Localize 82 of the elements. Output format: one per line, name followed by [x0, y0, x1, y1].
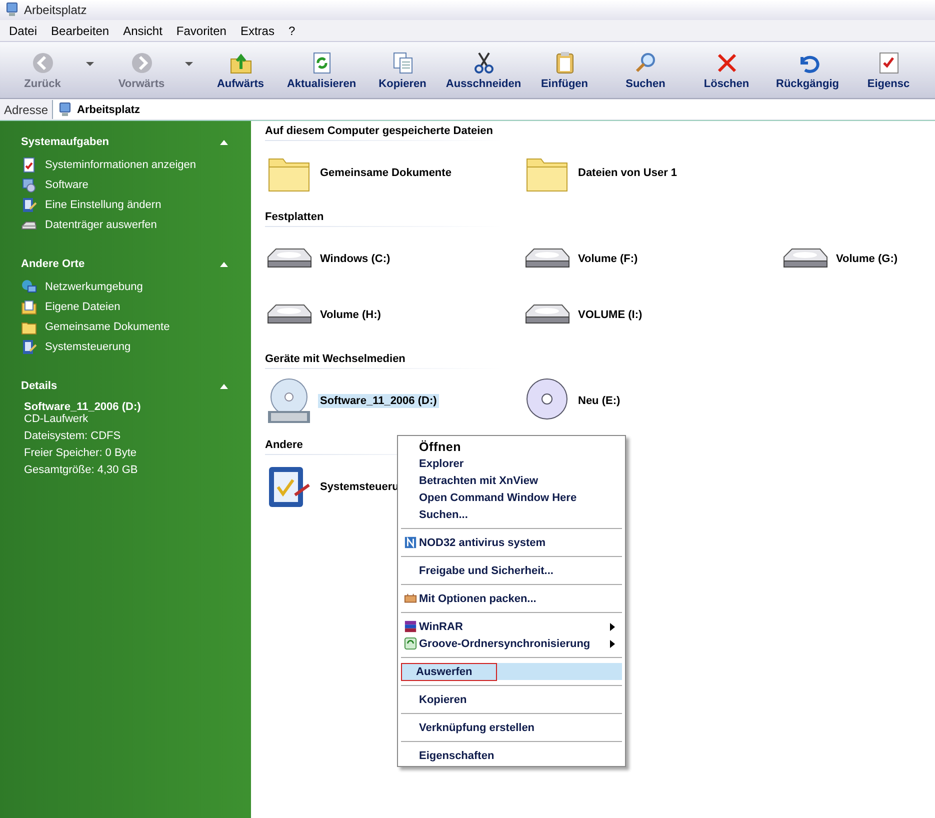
menu-item[interactable]: Bearbeiten	[46, 24, 118, 38]
task-link[interactable]: Eine Einstellung ändern	[21, 197, 231, 213]
menu-item[interactable]: Kopieren	[401, 691, 622, 708]
toolbar-button[interactable]: Eigensc	[848, 50, 929, 90]
drive-label[interactable]: Gemeinsame Dokumente	[318, 166, 454, 180]
toolbar-button[interactable]: Löschen	[686, 50, 767, 90]
details-name: Software_11_2006 (D:)	[24, 401, 142, 413]
menu-item[interactable]: Auswerfen	[401, 663, 622, 680]
menu-item[interactable]: Suchen...	[401, 506, 622, 523]
drive-label[interactable]: VOLUME (I:)	[576, 308, 644, 322]
menu-item[interactable]: Freigabe und Sicherheit...	[401, 562, 622, 579]
panel-title: Systemaufgaben	[21, 136, 110, 148]
menu-item[interactable]: Extras	[235, 24, 284, 38]
details-text: Dateisystem: CDFS	[24, 430, 122, 442]
documents-folder-icon	[21, 299, 37, 315]
menu-item[interactable]: NOD32 antivirus system	[401, 534, 622, 551]
task-link[interactable]: Gemeinsame Dokumente	[21, 319, 231, 335]
forward-icon	[130, 50, 154, 74]
copy-icon	[390, 50, 414, 74]
address-label: Adresse	[3, 102, 50, 116]
toolbar-button[interactable]: Suchen	[605, 50, 686, 90]
archive-icon	[404, 592, 417, 605]
toolbar-button[interactable]: Kopieren	[362, 50, 443, 90]
task-link[interactable]: Systemsteuerung	[21, 339, 231, 355]
drive-label[interactable]: Dateien von User 1	[576, 166, 680, 180]
section-heading: Auf diesem Computer gespeicherte Dateien	[265, 125, 505, 141]
checklist-icon	[876, 50, 900, 74]
task-link[interactable]: Eigene Dateien	[21, 299, 231, 315]
task-link[interactable]: Datenträger auswerfen	[21, 217, 231, 233]
drive-label[interactable]: Neu (E:)	[576, 394, 622, 408]
computer-icon	[57, 102, 74, 118]
drive-label[interactable]: Windows (C:)	[318, 252, 392, 266]
task-link[interactable]: Netzwerkumgebung	[21, 279, 231, 295]
search-icon	[634, 50, 658, 74]
books-icon	[404, 620, 417, 633]
details-text: Freier Speicher: 0 Byte	[24, 447, 138, 459]
control-panel-icon	[21, 197, 37, 213]
drive-label[interactable]: Software_11_2006 (D:)	[318, 394, 439, 408]
panel-title: Details	[21, 380, 58, 392]
sync-icon	[404, 637, 417, 650]
scissors-icon	[472, 50, 496, 74]
toolbar-button[interactable]: Ausschneiden	[443, 50, 524, 90]
menu-item[interactable]: Ansicht	[118, 24, 172, 38]
toolbar-button[interactable]: Rückgängig	[767, 50, 848, 90]
toolbar-button[interactable]: Einfügen	[524, 50, 605, 90]
task-link[interactable]: Systeminformationen anzeigen	[21, 157, 231, 173]
back-icon	[30, 50, 54, 74]
task-link[interactable]: Software	[21, 177, 231, 193]
menu-item[interactable]: Betrachten mit XnView	[401, 472, 622, 489]
menu-item[interactable]: Groove-Ordnersynchronisierung	[401, 635, 622, 652]
menu-item[interactable]: Datei	[4, 24, 46, 38]
panel-title: Andere Orte	[21, 258, 85, 270]
antivirus-icon	[404, 536, 417, 549]
menu-item[interactable]: WinRAR	[401, 618, 622, 635]
toolbar-button[interactable]: Aktualisieren	[281, 50, 362, 90]
computer-icon	[4, 2, 20, 18]
collapse-icon[interactable]	[219, 139, 229, 145]
drive-label[interactable]: Volume (H:)	[318, 308, 383, 322]
dvd-drive-icon	[265, 377, 313, 425]
collapse-icon[interactable]	[219, 383, 229, 389]
menu-item[interactable]: Verknüpfung erstellen	[401, 719, 622, 736]
details-text: Gesamtgröße: 4,30 GB	[24, 464, 139, 476]
toolbar-button[interactable]: Aufwärts	[200, 50, 281, 90]
network-icon	[21, 279, 37, 295]
menu-item[interactable]: Eigenschaften	[401, 747, 622, 764]
drive-label[interactable]: Volume (F:)	[576, 252, 640, 266]
menu-item[interactable]: Favoriten	[171, 24, 236, 38]
menu-item[interactable]: ?	[283, 24, 304, 38]
section-heading: Festplatten	[265, 211, 505, 227]
control-panel-icon	[21, 339, 37, 355]
window-title: Arbeitsplatz	[24, 3, 87, 17]
menu-item[interactable]: Open Command Window Here	[401, 489, 622, 506]
details-text: CD-Laufwerk	[24, 413, 90, 425]
drive-label[interactable]: Volume (G:)	[834, 252, 900, 266]
collapse-icon[interactable]	[219, 261, 229, 267]
address-field[interactable]: Arbeitsplatz	[52, 100, 935, 119]
document-check-icon	[21, 157, 37, 173]
section-heading: Geräte mit Wechselmedien	[265, 353, 505, 369]
software-icon	[21, 177, 37, 193]
menu-item[interactable]: Explorer	[401, 455, 622, 472]
drive-label[interactable]: Systemsteueru	[318, 480, 401, 494]
menu-item[interactable]: Mit Optionen packen...	[401, 590, 622, 607]
